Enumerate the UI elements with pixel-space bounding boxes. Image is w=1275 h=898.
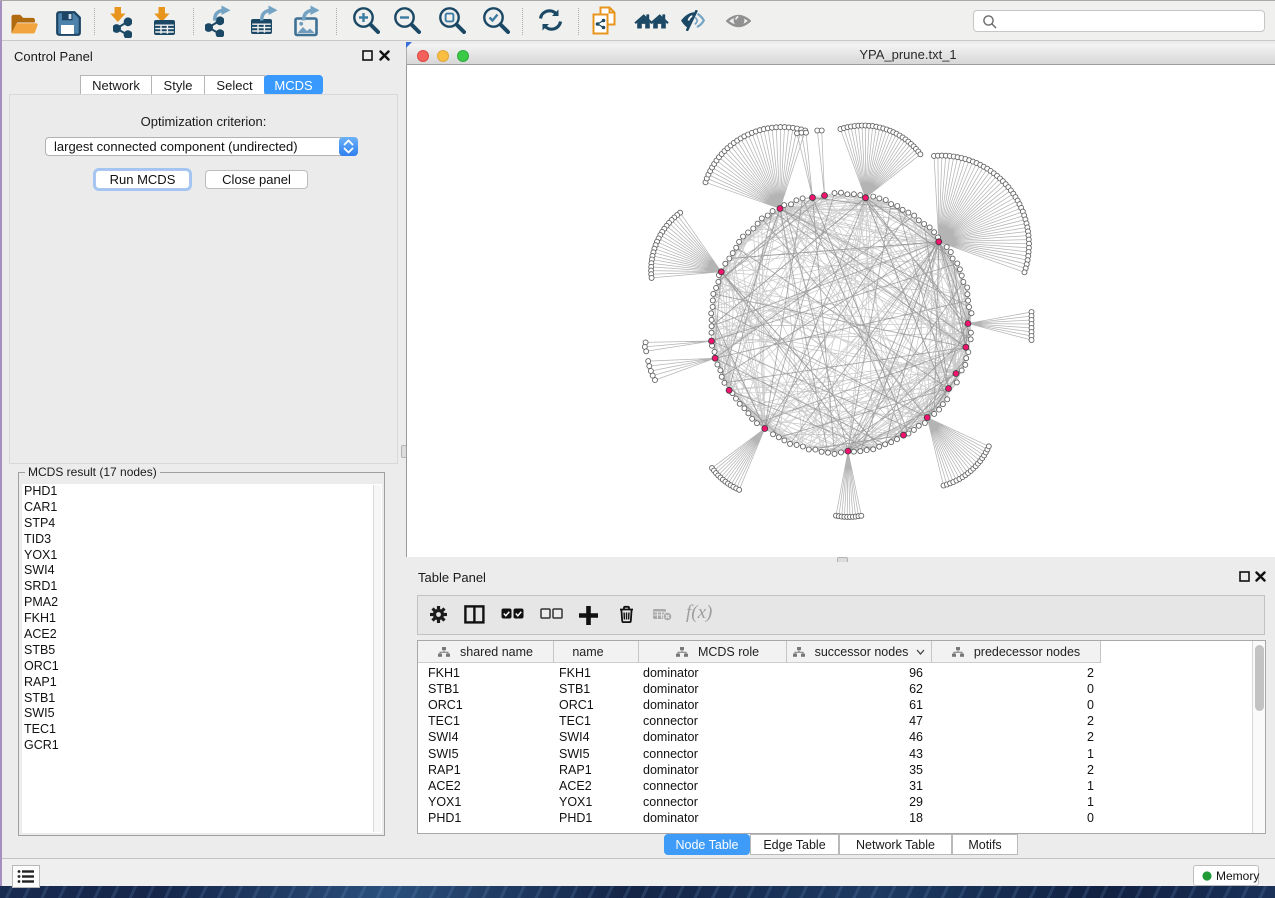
svg-text:f(x): f(x) [686, 603, 712, 623]
